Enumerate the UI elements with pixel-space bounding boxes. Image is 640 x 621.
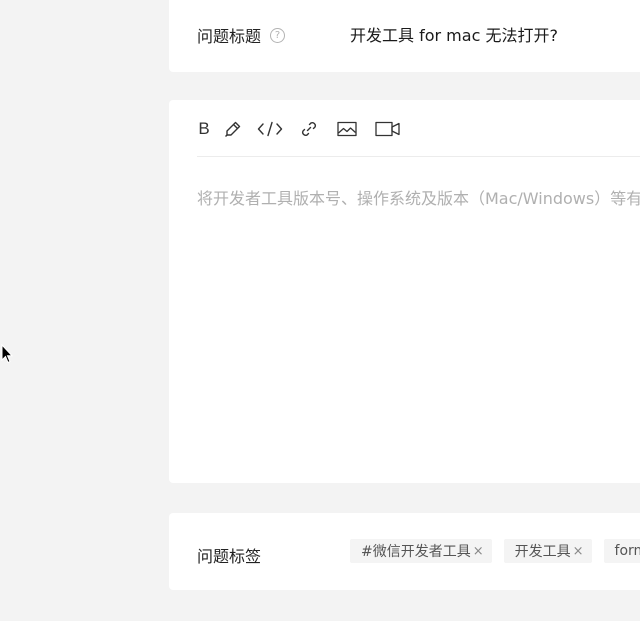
remove-tag-icon[interactable]: × — [473, 544, 484, 559]
question-tags-label: 问题标签 — [197, 547, 262, 566]
video-icon[interactable] — [375, 119, 401, 139]
question-title-label: 问题标题 — [197, 27, 262, 46]
tag-list: #微信开发者工具 × 开发工具 × form — [350, 539, 640, 563]
code-icon[interactable] — [257, 119, 283, 139]
tag-chip[interactable]: form — [603, 539, 640, 563]
question-title-input[interactable]: 开发工具 for mac 无法打开? — [350, 22, 558, 46]
tag-chip[interactable]: 开发工具 × — [503, 539, 592, 563]
toolbar-divider — [197, 156, 640, 157]
tag-text: form — [614, 543, 640, 559]
tag-text: 开发工具 — [514, 544, 571, 560]
pencil-icon[interactable] — [224, 119, 242, 139]
help-icon[interactable]: ? — [270, 27, 286, 43]
mouse-cursor-icon — [1, 344, 13, 364]
bold-button[interactable]: B — [197, 119, 211, 139]
remove-tag-icon[interactable]: × — [573, 544, 584, 559]
link-icon[interactable] — [300, 119, 318, 139]
question-title-label-row: 问题标题 ? — [197, 23, 286, 47]
editor-body-input[interactable]: 将开发者工具版本号、操作系统及版本（Mac/Windows）等有 — [197, 185, 640, 209]
tag-text: #微信开发者工具 — [361, 544, 471, 560]
editor-card: B 将开发者工具版本号、操作系统及版本（Mac/Windows）等有 — [169, 100, 640, 483]
tag-chip[interactable]: #微信开发者工具 × — [350, 539, 492, 563]
question-title-card: 问题标题 ? 开发工具 for mac 无法打开? — [169, 0, 640, 72]
image-icon[interactable] — [337, 119, 357, 139]
editor-toolbar: B — [197, 119, 401, 139]
question-tags-card: 问题标签 #微信开发者工具 × 开发工具 × form — [169, 513, 640, 590]
